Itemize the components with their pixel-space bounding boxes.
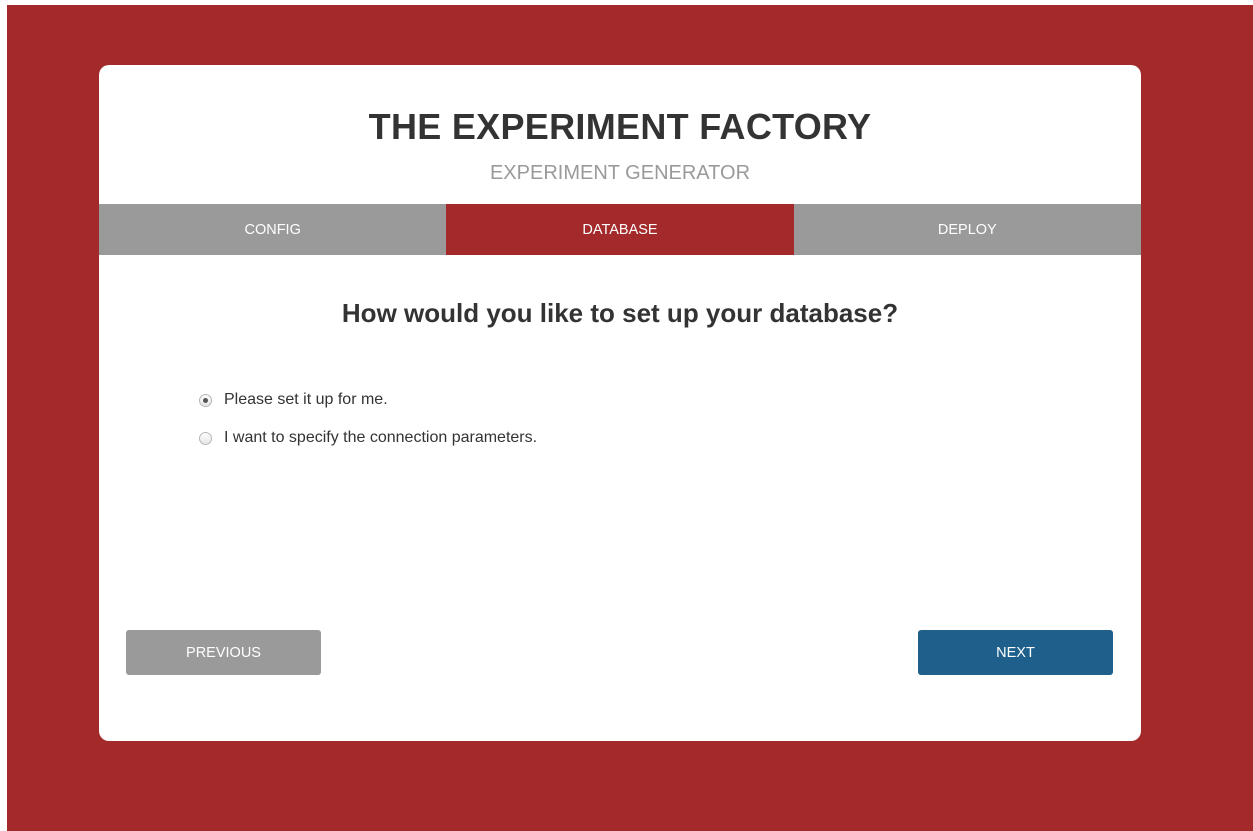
option-auto-setup-label: Please set it up for me.	[224, 391, 388, 408]
radio-custom-connection[interactable]	[199, 431, 212, 445]
tab-deploy[interactable]: DEPLOY	[794, 204, 1141, 255]
option-custom-connection[interactable]: I want to specify the connection paramet…	[199, 428, 537, 448]
database-options: Please set it up for me. I want to speci…	[199, 390, 537, 466]
option-custom-connection-label: I want to specify the connection paramet…	[224, 429, 538, 446]
option-auto-setup[interactable]: Please set it up for me.	[199, 390, 537, 410]
wizard-card: THE EXPERIMENT FACTORY EXPERIMENT GENERA…	[99, 65, 1141, 741]
previous-button[interactable]: PREVIOUS	[126, 630, 321, 675]
page-subtitle: EXPERIMENT GENERATOR	[489, 162, 751, 184]
tab-config[interactable]: CONFIG	[99, 204, 446, 255]
radio-auto-setup[interactable]	[199, 393, 212, 407]
header: THE EXPERIMENT FACTORY EXPERIMENT GENERA…	[99, 65, 1141, 204]
step-tabs: CONFIG DATABASE DEPLOY	[99, 204, 1141, 255]
database-question: How would you like to set up your databa…	[341, 298, 899, 328]
tab-database[interactable]: DATABASE	[446, 204, 794, 255]
next-button[interactable]: NEXT	[918, 630, 1113, 675]
page-title: THE EXPERIMENT FACTORY	[368, 106, 872, 147]
